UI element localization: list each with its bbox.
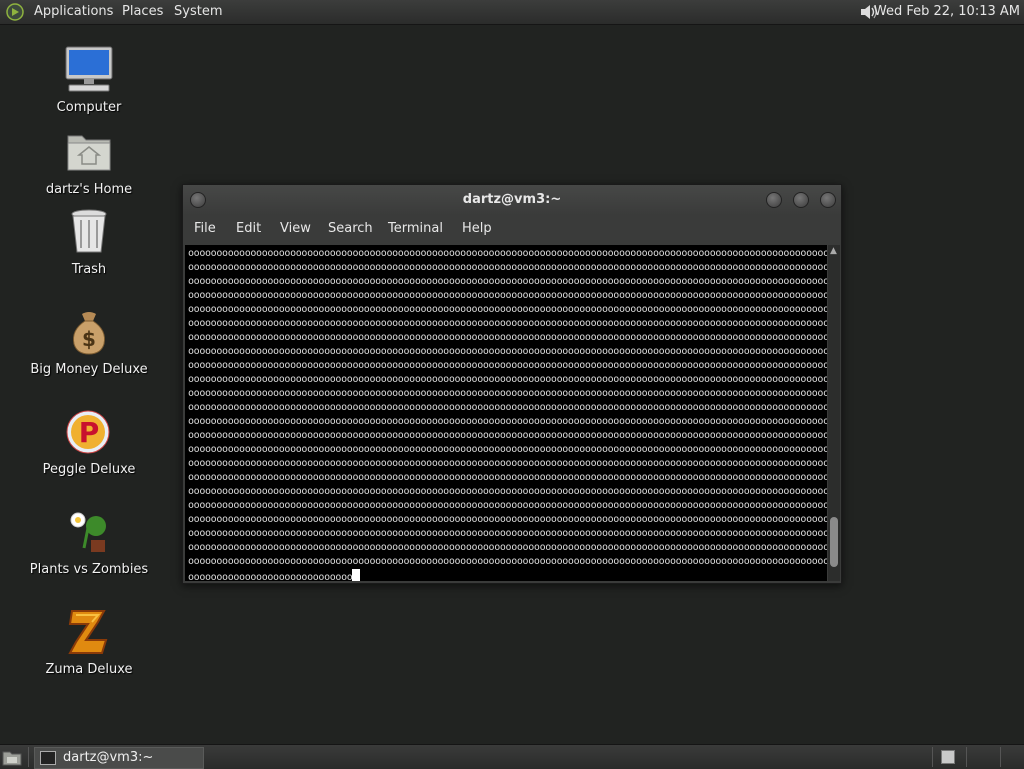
- terminal-titlebar[interactable]: dartz@vm3:~: [183, 185, 841, 215]
- gnome-foot-icon[interactable]: [6, 3, 24, 21]
- taskbar-label: dartz@vm3:~: [63, 750, 154, 765]
- desktop-icon-label: Trash: [71, 262, 107, 277]
- window-title: dartz@vm3:~: [462, 192, 562, 207]
- trash-icon: [71, 209, 107, 253]
- maximize-button[interactable]: [793, 192, 809, 208]
- menu-view[interactable]: View: [280, 221, 311, 236]
- desktop-icon-trash[interactable]: Trash: [14, 208, 164, 277]
- terminal-text: oooooooooooooooooooooooooooooooooooooooo…: [188, 248, 827, 581]
- desktop-icon-home[interactable]: dartz's Home: [14, 128, 164, 197]
- desktop-icon-label: Peggle Deluxe: [42, 462, 136, 477]
- desktop-icon-label: Plants vs Zombies: [29, 562, 149, 577]
- top-panel: Applications Places System Wed Feb 22, 1…: [0, 0, 1024, 25]
- desktop-icon-plants[interactable]: Plants vs Zombies: [14, 508, 164, 577]
- desktop-icon-big-money[interactable]: $ Big Money Deluxe: [14, 308, 164, 377]
- menu-terminal[interactable]: Terminal: [388, 221, 443, 236]
- clock[interactable]: Wed Feb 22, 10:13 AM: [874, 4, 1020, 19]
- terminal-output[interactable]: oooooooooooooooooooooooooooooooooooooooo…: [185, 245, 827, 581]
- terminal-menubar: File Edit View Search Terminal Help: [183, 215, 841, 244]
- terminal-cursor: [352, 569, 361, 581]
- taskbar-terminal-button[interactable]: dartz@vm3:~: [34, 747, 204, 769]
- home-folder-icon: [67, 135, 111, 171]
- menu-edit[interactable]: Edit: [236, 221, 261, 236]
- applications-menu[interactable]: Applications: [34, 4, 113, 19]
- menu-help[interactable]: Help: [462, 221, 492, 236]
- system-menu[interactable]: System: [174, 4, 222, 19]
- terminal-icon: [40, 751, 56, 765]
- close-button[interactable]: [820, 192, 836, 208]
- plants-icon: [70, 512, 106, 552]
- peggle-icon: P: [66, 410, 110, 454]
- desktop-icon-label: Big Money Deluxe: [30, 362, 148, 377]
- show-desktop-icon[interactable]: [2, 748, 22, 766]
- menu-file[interactable]: File: [194, 221, 216, 236]
- window-menu-button[interactable]: [190, 192, 206, 208]
- svg-text:$: $: [82, 327, 96, 351]
- zuma-icon: [68, 610, 108, 654]
- menu-search[interactable]: Search: [328, 221, 373, 236]
- scroll-up-arrow-icon[interactable]: ▲: [830, 246, 837, 256]
- workspace-switcher-1[interactable]: [941, 750, 955, 764]
- desktop-icon-zuma[interactable]: Zuma Deluxe: [14, 608, 164, 677]
- money-bag-icon: $: [73, 312, 105, 355]
- terminal-window: dartz@vm3:~ File Edit View Search Termin…: [182, 184, 842, 584]
- minimize-button[interactable]: [766, 192, 782, 208]
- desktop-icon-label: Computer: [56, 100, 122, 115]
- computer-icon: [65, 46, 113, 92]
- places-menu[interactable]: Places: [122, 4, 163, 19]
- bottom-panel: dartz@vm3:~: [0, 744, 1024, 769]
- panel-separator: [966, 747, 967, 767]
- panel-separator: [28, 747, 29, 767]
- desktop-icon-label: Zuma Deluxe: [45, 662, 133, 677]
- desktop-icon-computer[interactable]: Computer: [14, 46, 164, 115]
- scrollbar-thumb[interactable]: [830, 517, 838, 567]
- panel-separator: [1000, 747, 1001, 767]
- svg-text:P: P: [79, 416, 100, 449]
- panel-separator: [932, 747, 933, 767]
- terminal-scrollbar[interactable]: ▲: [828, 245, 840, 581]
- desktop-icon-label: dartz's Home: [45, 182, 133, 197]
- desktop-icon-peggle[interactable]: P Peggle Deluxe: [14, 408, 164, 477]
